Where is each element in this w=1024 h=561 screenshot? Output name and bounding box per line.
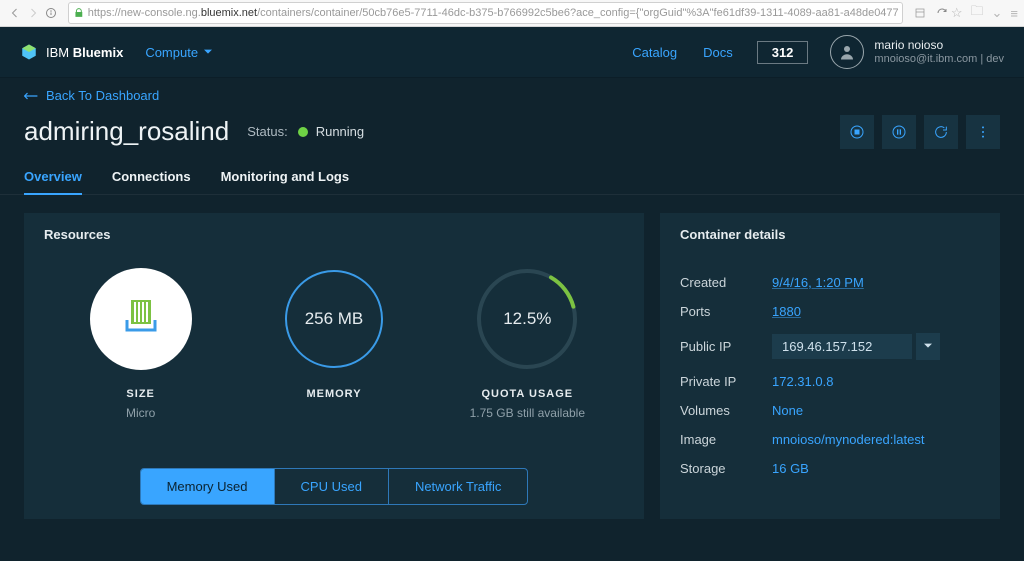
lock-icon xyxy=(73,7,85,19)
reload-icon[interactable] xyxy=(933,4,951,22)
memory-label: MEMORY xyxy=(306,388,361,400)
created-key: Created xyxy=(680,275,772,290)
pause-button[interactable] xyxy=(882,115,916,149)
memory-ring: 256 MB xyxy=(283,268,385,370)
size-metric: SIZE Micro xyxy=(61,268,221,420)
user-menu[interactable]: mario noioso mnoioso@it.ibm.com | dev xyxy=(830,35,1004,69)
image-key: Image xyxy=(680,432,772,447)
url-bar[interactable]: https://new-console.ng.bluemix.net/conta… xyxy=(68,2,903,24)
publicip-dropdown[interactable] xyxy=(916,333,940,360)
chart-segment: Memory Used CPU Used Network Traffic xyxy=(140,468,529,505)
pocket-icon[interactable]: ⌄ xyxy=(992,5,1003,21)
ports-key: Ports xyxy=(680,304,772,319)
privateip-key: Private IP xyxy=(680,374,772,389)
status-label: Status: xyxy=(247,124,287,139)
avatar-icon xyxy=(830,35,864,69)
image-value[interactable]: mnoioso/mynodered:latest xyxy=(772,432,924,447)
tab-connections[interactable]: Connections xyxy=(112,163,191,194)
storage-value: 16 GB xyxy=(772,461,809,476)
resources-panel: Resources SIZE Micro xyxy=(24,213,644,519)
docs-link[interactable]: Docs xyxy=(703,45,733,60)
chevron-down-icon xyxy=(204,48,212,56)
seg-memory[interactable]: Memory Used xyxy=(141,469,275,504)
bookmark-icon[interactable]: 🗀 xyxy=(970,2,983,24)
url-prefix: https://new-console.ng. xyxy=(88,7,201,19)
browser-toolbar: https://new-console.ng.bluemix.net/conta… xyxy=(0,0,1024,27)
seg-cpu[interactable]: CPU Used xyxy=(275,469,389,504)
details-panel: Container details Created9/4/16, 1:20 PM… xyxy=(660,213,1000,519)
privateip-value: 172.31.0.8 xyxy=(772,374,833,389)
app-topbar: IBM Bluemix Compute Catalog Docs 312 mar… xyxy=(0,27,1024,78)
arrow-left-icon xyxy=(24,90,38,102)
quota-ring: 12.5% xyxy=(476,268,578,370)
nav-forward-icon xyxy=(24,4,42,22)
status-value: Running xyxy=(316,124,364,139)
ports-value[interactable]: 1880 xyxy=(772,304,801,319)
tabs: Overview Connections Monitoring and Logs xyxy=(0,163,1024,195)
quota-metric: 12.5% QUOTA USAGE 1.75 GB still availabl… xyxy=(447,268,607,420)
quota-label: QUOTA USAGE xyxy=(481,388,573,400)
stop-button[interactable] xyxy=(840,115,874,149)
bluemix-logo-icon xyxy=(20,43,38,61)
restart-button[interactable] xyxy=(924,115,958,149)
volumes-key: Volumes xyxy=(680,403,772,418)
nav-back-icon[interactable] xyxy=(6,4,24,22)
size-sub: Micro xyxy=(126,406,155,420)
user-name: mario noioso xyxy=(874,38,1004,52)
menu-icon[interactable]: ≡ xyxy=(1010,6,1018,21)
user-sub: mnoioso@it.ibm.com | dev xyxy=(874,53,1004,66)
publicip-value[interactable]: 169.46.157.152 xyxy=(772,334,912,359)
back-to-dashboard[interactable]: Back To Dashboard xyxy=(24,88,159,103)
tab-monitoring[interactable]: Monitoring and Logs xyxy=(221,163,350,194)
status-dot xyxy=(298,127,308,137)
details-title: Container details xyxy=(680,227,980,242)
more-button[interactable] xyxy=(966,115,1000,149)
reader-icon[interactable] xyxy=(911,4,929,22)
tab-overview[interactable]: Overview xyxy=(24,163,82,194)
quota-sub: 1.75 GB still available xyxy=(470,406,585,420)
size-circle xyxy=(90,268,192,370)
info-icon[interactable] xyxy=(42,4,60,22)
publicip-key: Public IP xyxy=(680,339,772,354)
page-title: admiring_rosalind xyxy=(24,116,229,147)
created-value[interactable]: 9/4/16, 1:20 PM xyxy=(772,275,864,290)
url-host: bluemix.net xyxy=(201,7,257,19)
catalog-link[interactable]: Catalog xyxy=(632,45,677,60)
url-path: /containers/container/50cb76e5-7711-46dc… xyxy=(257,7,898,19)
seg-network[interactable]: Network Traffic xyxy=(389,469,527,504)
star-icon[interactable]: ☆ xyxy=(951,5,963,21)
volumes-value[interactable]: None xyxy=(772,403,803,418)
brand: IBM Bluemix xyxy=(46,45,123,60)
count-box[interactable]: 312 xyxy=(757,41,809,64)
resources-title: Resources xyxy=(44,227,624,242)
storage-key: Storage xyxy=(680,461,772,476)
container-icon xyxy=(117,292,165,345)
memory-metric: 256 MB MEMORY xyxy=(254,268,414,420)
size-label: SIZE xyxy=(126,388,154,400)
compute-dropdown[interactable]: Compute xyxy=(145,45,212,60)
